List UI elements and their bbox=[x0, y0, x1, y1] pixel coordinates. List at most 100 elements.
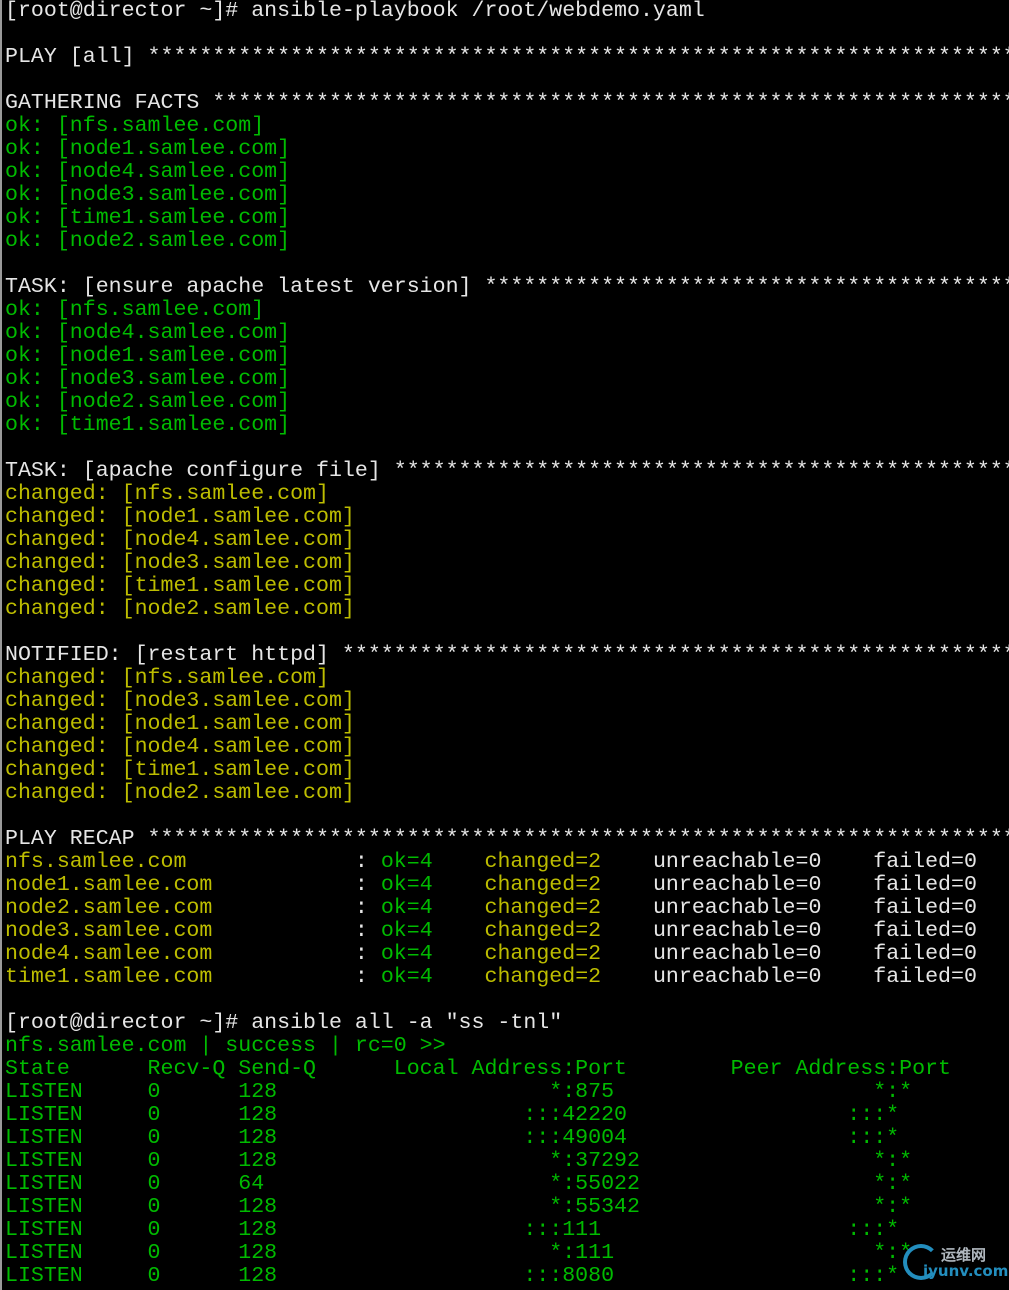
terminal-text-segment: ok: [node1.samlee.com] bbox=[5, 138, 291, 161]
terminal-text-segment: changed: [node1.samlee.com] bbox=[5, 713, 355, 736]
terminal-line: changed: [node3.samlee.com] bbox=[2, 552, 1009, 575]
terminal-text-segment: LISTEN 0 128 *:111 *:* bbox=[5, 1242, 913, 1265]
terminal-text-segment: PLAY RECAP *****************************… bbox=[5, 828, 1009, 851]
terminal-line: PLAY RECAP *****************************… bbox=[2, 828, 1009, 851]
terminal-text-segment: ok=4 bbox=[380, 920, 433, 943]
terminal-text-segment: GATHERING FACTS ************************… bbox=[5, 92, 1009, 115]
terminal-text-segment: : bbox=[354, 897, 381, 920]
terminal-line: [root@director ~]# ansible all -a "ss -t… bbox=[2, 1012, 1009, 1035]
terminal-line: TASK: [ensure apache latest version] ***… bbox=[2, 276, 1009, 299]
terminal-line: changed: [node2.samlee.com] bbox=[2, 782, 1009, 805]
terminal-text-segment: NOTIFIED: [restart httpd] **************… bbox=[5, 644, 1009, 667]
terminal-line: ok: [nfs.samlee.com] bbox=[2, 115, 1009, 138]
terminal-text-segment: nfs.samlee.com bbox=[5, 851, 355, 874]
terminal-line: ok: [node4.samlee.com] bbox=[2, 161, 1009, 184]
terminal-text-segment: ok=4 bbox=[380, 966, 433, 989]
terminal-line: ok: [node2.samlee.com] bbox=[2, 230, 1009, 253]
terminal-line: ok: [time1.samlee.com] bbox=[2, 207, 1009, 230]
terminal-line: node2.samlee.com : ok=4 changed=2 unreac… bbox=[2, 897, 1009, 920]
terminal-line: ok: [node1.samlee.com] bbox=[2, 345, 1009, 368]
terminal-text-segment: ok: [time1.samlee.com] bbox=[5, 414, 291, 437]
terminal-line: [root@director ~]# ansible-playbook /roo… bbox=[2, 0, 1009, 23]
terminal-line: ok: [node4.samlee.com] bbox=[2, 322, 1009, 345]
terminal-text-segment: LISTEN 0 128 *:55342 *:* bbox=[5, 1196, 913, 1219]
terminal-line: changed: [node1.samlee.com] bbox=[2, 713, 1009, 736]
terminal-text-segment: changed: [time1.samlee.com] bbox=[5, 575, 355, 598]
terminal-text-segment: changed: [time1.samlee.com] bbox=[5, 759, 355, 782]
terminal-text-segment: : bbox=[354, 920, 381, 943]
terminal-line: ok: [node2.samlee.com] bbox=[2, 391, 1009, 414]
terminal-text-segment: [root@director ~]# ansible-playbook /roo… bbox=[5, 0, 705, 23]
terminal-line: LISTEN 0 128 *:37292 *:* bbox=[2, 1150, 1009, 1173]
terminal-text-segment: : bbox=[354, 851, 381, 874]
terminal-line: TASK: [apache configure file] **********… bbox=[2, 460, 1009, 483]
terminal-line: nfs.samlee.com : ok=4 changed=2 unreacha… bbox=[2, 851, 1009, 874]
terminal-line: ok: [time1.samlee.com] bbox=[2, 414, 1009, 437]
terminal-text-segment: PLAY [all] *****************************… bbox=[5, 46, 1009, 69]
terminal-line: LISTEN 0 128 :::111 :::* bbox=[2, 1219, 1009, 1242]
watermark-logo: 运维网 iyunv.com bbox=[903, 1244, 1008, 1284]
terminal-text-segment: node3.samlee.com bbox=[5, 920, 355, 943]
terminal-text-segment: unreachable=0 failed=0 bbox=[601, 874, 977, 897]
terminal-text-segment: : bbox=[354, 966, 381, 989]
terminal-text-segment: ok: [nfs.samlee.com] bbox=[5, 299, 265, 322]
terminal-line: changed: [node4.samlee.com] bbox=[2, 736, 1009, 759]
terminal-text-segment: changed: [nfs.samlee.com] bbox=[5, 483, 329, 506]
terminal-line: LISTEN 0 64 *:55022 *:* bbox=[2, 1173, 1009, 1196]
terminal-line: time1.samlee.com : ok=4 changed=2 unreac… bbox=[2, 966, 1009, 989]
terminal-text-segment: unreachable=0 failed=0 bbox=[601, 966, 977, 989]
terminal-line: changed: [node3.samlee.com] bbox=[2, 690, 1009, 713]
terminal-line: changed: [node4.samlee.com] bbox=[2, 529, 1009, 552]
terminal-line: LISTEN 0 128 :::8080 :::* bbox=[2, 1265, 1009, 1288]
terminal-text-segment: changed: [node4.samlee.com] bbox=[5, 529, 355, 552]
terminal-text-segment: changed: [node2.samlee.com] bbox=[5, 782, 355, 805]
terminal-text-segment: : bbox=[354, 943, 381, 966]
terminal-text-segment: node2.samlee.com bbox=[5, 897, 355, 920]
terminal-text-segment: unreachable=0 failed=0 bbox=[601, 851, 977, 874]
terminal-text-segment: LISTEN 0 128 :::42220 :::* bbox=[5, 1104, 900, 1127]
terminal-line: changed: [time1.samlee.com] bbox=[2, 575, 1009, 598]
terminal-text-segment: [root@director ~]# ansible all -a "ss -t… bbox=[5, 1012, 563, 1035]
terminal-text-segment: node4.samlee.com bbox=[5, 943, 355, 966]
terminal-text-segment: time1.samlee.com bbox=[5, 966, 355, 989]
terminal-output: [root@director ~]# ansible-playbook /roo… bbox=[2, 0, 1009, 1288]
terminal-text-segment: ok=4 bbox=[380, 851, 433, 874]
terminal-text-segment: LISTEN 0 64 *:55022 *:* bbox=[5, 1173, 913, 1196]
terminal-line: nfs.samlee.com | success | rc=0 >> bbox=[2, 1035, 1009, 1058]
terminal-text-segment: ok: [node4.samlee.com] bbox=[5, 322, 291, 345]
terminal-text-segment: changed: [node4.samlee.com] bbox=[5, 736, 355, 759]
terminal-text-segment: ok: [node3.samlee.com] bbox=[5, 184, 291, 207]
terminal-text-segment: ok: [node3.samlee.com] bbox=[5, 368, 291, 391]
terminal-line: changed: [nfs.samlee.com] bbox=[2, 483, 1009, 506]
terminal-text-segment: ok: [node1.samlee.com] bbox=[5, 345, 291, 368]
terminal-line: node1.samlee.com : ok=4 changed=2 unreac… bbox=[2, 874, 1009, 897]
terminal-text-segment: State Recv-Q Send-Q Local Address:Port P… bbox=[5, 1058, 951, 1081]
terminal-text-segment: ok: [node2.samlee.com] bbox=[5, 230, 291, 253]
terminal-line: LISTEN 0 128 *:875 *:* bbox=[2, 1081, 1009, 1104]
terminal-line: GATHERING FACTS ************************… bbox=[2, 92, 1009, 115]
terminal-text-segment: ok=4 bbox=[380, 943, 433, 966]
terminal-text-segment: : bbox=[354, 874, 381, 897]
terminal-text-segment: ok: [time1.samlee.com] bbox=[5, 207, 291, 230]
terminal-text-segment: changed: [node1.samlee.com] bbox=[5, 506, 355, 529]
terminal-window[interactable]: [root@director ~]# ansible-playbook /roo… bbox=[0, 0, 1009, 1290]
terminal-text-segment: node1.samlee.com bbox=[5, 874, 355, 897]
terminal-line: changed: [nfs.samlee.com] bbox=[2, 667, 1009, 690]
terminal-text-segment: changed: [node3.samlee.com] bbox=[5, 690, 355, 713]
terminal-line: NOTIFIED: [restart httpd] **************… bbox=[2, 644, 1009, 667]
terminal-line: ok: [node1.samlee.com] bbox=[2, 138, 1009, 161]
terminal-line: changed: [node2.samlee.com] bbox=[2, 598, 1009, 621]
terminal-text-segment: nfs.samlee.com | success | rc=0 >> bbox=[5, 1035, 446, 1058]
